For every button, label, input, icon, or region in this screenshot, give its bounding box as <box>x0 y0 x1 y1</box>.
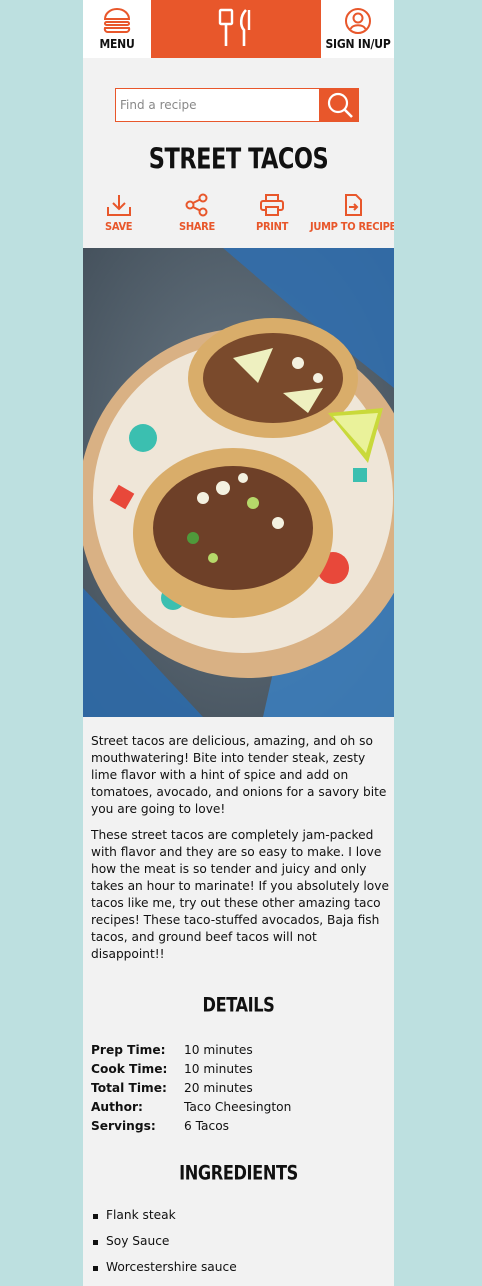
printer-icon <box>260 194 285 216</box>
recipe-title: STREET TACOS <box>148 141 329 176</box>
details-list: Prep Time: 10 minutes Cook Time: 10 minu… <box>91 1040 389 1135</box>
intro-paragraph: These street tacos are completely jam-pa… <box>91 828 389 961</box>
detail-value: 10 minutes <box>184 1061 253 1076</box>
detail-row: Cook Time: 10 minutes <box>91 1059 389 1078</box>
detail-key: Cook Time: <box>91 1061 168 1076</box>
recipe-photo <box>83 248 394 717</box>
detail-key: Prep Time: <box>91 1042 166 1057</box>
print-button[interactable]: PRINT <box>256 193 288 233</box>
user-account-icon <box>345 8 371 34</box>
detail-row: Author: Taco Cheesington <box>91 1097 389 1116</box>
details-heading: DETAILS <box>202 993 275 1018</box>
detail-key: Servings: <box>91 1118 156 1133</box>
ingredients-list: Flank steak Soy Sauce Worcestershire sau… <box>91 1208 237 1286</box>
jump-to-recipe-button[interactable]: JUMP TO RECIPE <box>310 193 394 233</box>
detail-row: Prep Time: 10 minutes <box>91 1040 389 1059</box>
save-label: SAVE <box>105 220 133 233</box>
ingredients-heading: INGREDIENTS <box>179 1161 298 1186</box>
search-input[interactable] <box>115 88 320 122</box>
save-button[interactable]: SAVE <box>105 193 133 233</box>
ingredient-item: Flank steak <box>91 1208 237 1234</box>
jump-to-recipe-label: JUMP TO RECIPE <box>310 220 394 233</box>
detail-value: 20 minutes <box>184 1080 253 1095</box>
detail-value: 10 minutes <box>184 1042 253 1057</box>
detail-key: Total Time: <box>91 1080 167 1095</box>
intro-paragraph: Street tacos are delicious, amazing, and… <box>91 734 387 816</box>
menu-button[interactable]: MENU <box>83 0 151 58</box>
detail-value: Taco Cheesington <box>184 1099 292 1114</box>
jump-arrow-icon <box>345 194 362 216</box>
site-logo[interactable] <box>151 0 321 58</box>
search-button[interactable] <box>320 88 359 122</box>
recipe-search <box>115 88 359 122</box>
share-icon <box>185 193 208 217</box>
recipe-intro: Street tacos are delicious, amazing, and… <box>91 733 389 972</box>
download-icon <box>106 195 131 216</box>
recipe-page: MENU SIGN IN/UP Find a recipe STREET TAC… <box>83 0 394 1286</box>
share-button[interactable]: SHARE <box>179 193 215 233</box>
menu-label: MENU <box>99 37 135 51</box>
ingredient-item: Soy Sauce <box>91 1234 237 1260</box>
share-label: SHARE <box>179 220 215 233</box>
detail-row: Total Time: 20 minutes <box>91 1078 389 1097</box>
sign-in-button[interactable]: SIGN IN/UP <box>322 0 394 58</box>
search-icon <box>327 92 353 118</box>
detail-key: Author: <box>91 1099 143 1114</box>
detail-row: Servings: 6 Tacos <box>91 1116 389 1135</box>
recipe-actions: SAVE SHARE PRINT JUMP TO RECIPE <box>83 193 394 237</box>
spatula-fork-icon <box>218 8 251 46</box>
top-navigation: MENU SIGN IN/UP <box>83 0 394 58</box>
detail-value: 6 Tacos <box>184 1118 230 1133</box>
sign-in-label: SIGN IN/UP <box>325 37 391 51</box>
ingredient-item: Worcestershire sauce <box>91 1260 237 1286</box>
burger-menu-icon <box>103 8 131 33</box>
print-label: PRINT <box>256 220 289 233</box>
taco-photo-image <box>83 248 394 717</box>
